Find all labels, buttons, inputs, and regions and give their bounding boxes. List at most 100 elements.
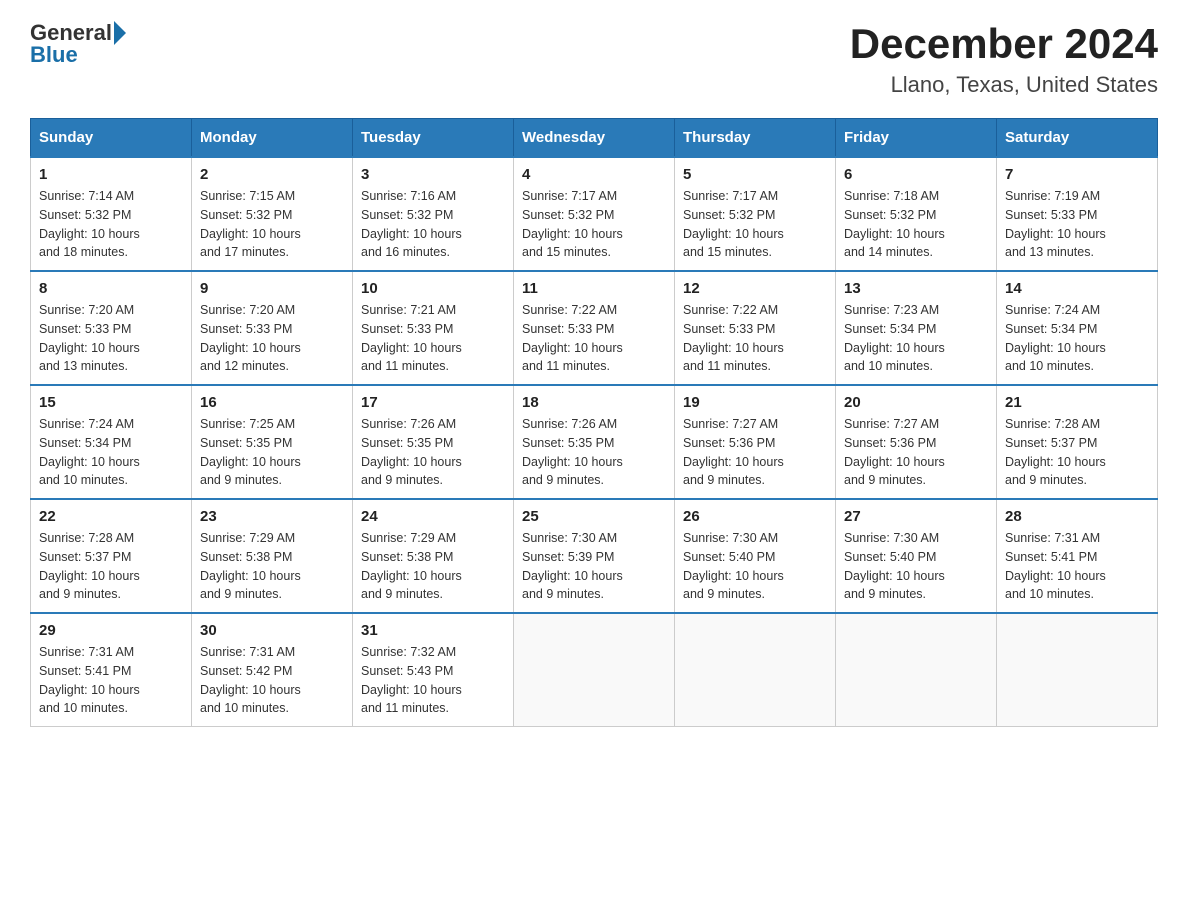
day-info: Sunrise: 7:18 AMSunset: 5:32 PMDaylight:… [844,187,988,262]
calendar-week-row: 15 Sunrise: 7:24 AMSunset: 5:34 PMDayligh… [31,385,1158,499]
calendar-header-friday: Friday [836,119,997,158]
day-number: 7 [1005,166,1149,183]
calendar-day-4: 4 Sunrise: 7:17 AMSunset: 5:32 PMDaylight… [514,157,675,271]
day-number: 21 [1005,394,1149,411]
calendar-header-sunday: Sunday [31,119,192,158]
calendar-day-7: 7 Sunrise: 7:19 AMSunset: 5:33 PMDaylight… [997,157,1158,271]
day-number: 1 [39,166,183,183]
day-info: Sunrise: 7:32 AMSunset: 5:43 PMDaylight:… [361,643,505,718]
calendar-day-25: 25 Sunrise: 7:30 AMSunset: 5:39 PMDayligh… [514,499,675,613]
day-info: Sunrise: 7:30 AMSunset: 5:40 PMDaylight:… [683,529,827,604]
day-number: 6 [844,166,988,183]
day-info: Sunrise: 7:24 AMSunset: 5:34 PMDaylight:… [1005,301,1149,376]
day-number: 2 [200,166,344,183]
day-number: 17 [361,394,505,411]
day-info: Sunrise: 7:27 AMSunset: 5:36 PMDaylight:… [683,415,827,490]
calendar-header-saturday: Saturday [997,119,1158,158]
calendar-day-empty [514,613,675,727]
day-info: Sunrise: 7:16 AMSunset: 5:32 PMDaylight:… [361,187,505,262]
day-info: Sunrise: 7:24 AMSunset: 5:34 PMDaylight:… [39,415,183,490]
calendar-day-19: 19Sunrise: 7:27 AMSunset: 5:36 PMDayligh… [675,385,836,499]
calendar-week-row: 22Sunrise: 7:28 AMSunset: 5:37 PMDayligh… [31,499,1158,613]
day-info: Sunrise: 7:31 AMSunset: 5:42 PMDaylight:… [200,643,344,718]
day-number: 23 [200,508,344,525]
day-info: Sunrise: 7:29 AMSunset: 5:38 PMDaylight:… [200,529,344,604]
day-number: 8 [39,280,183,297]
calendar-day-15: 15 Sunrise: 7:24 AMSunset: 5:34 PMDayligh… [31,385,192,499]
day-number: 29 [39,622,183,639]
day-info: Sunrise: 7:20 AMSunset: 5:33 PMDaylight:… [39,301,183,376]
calendar-header-monday: Monday [192,119,353,158]
day-info: Sunrise: 7:26 AMSunset: 5:35 PMDaylight:… [361,415,505,490]
day-number: 3 [361,166,505,183]
day-number: 31 [361,622,505,639]
calendar-day-14: 14 Sunrise: 7:24 AMSunset: 5:34 PMDayligh… [997,271,1158,385]
day-number: 27 [844,508,988,525]
day-number: 16 [200,394,344,411]
calendar-day-21: 21 Sunrise: 7:28 AMSunset: 5:37 PMDayligh… [997,385,1158,499]
day-info: Sunrise: 7:30 AMSunset: 5:39 PMDaylight:… [522,529,666,604]
calendar-day-23: 23 Sunrise: 7:29 AMSunset: 5:38 PMDayligh… [192,499,353,613]
calendar-day-12: 12 Sunrise: 7:22 AMSunset: 5:33 PMDayligh… [675,271,836,385]
day-number: 28 [1005,508,1149,525]
day-number: 20 [844,394,988,411]
day-number: 26 [683,508,827,525]
day-info: Sunrise: 7:22 AMSunset: 5:33 PMDaylight:… [522,301,666,376]
calendar-day-24: 24 Sunrise: 7:29 AMSunset: 5:38 PMDayligh… [353,499,514,613]
day-info: Sunrise: 7:29 AMSunset: 5:38 PMDaylight:… [361,529,505,604]
calendar-day-27: 27 Sunrise: 7:30 AMSunset: 5:40 PMDayligh… [836,499,997,613]
calendar-day-31: 31 Sunrise: 7:32 AMSunset: 5:43 PMDayligh… [353,613,514,727]
calendar-week-row: 29 Sunrise: 7:31 AMSunset: 5:41 PMDayligh… [31,613,1158,727]
calendar-day-20: 20Sunrise: 7:27 AMSunset: 5:36 PMDayligh… [836,385,997,499]
calendar-day-11: 11 Sunrise: 7:22 AMSunset: 5:33 PMDayligh… [514,271,675,385]
day-info: Sunrise: 7:17 AMSunset: 5:32 PMDaylight:… [683,187,827,262]
day-info: Sunrise: 7:30 AMSunset: 5:40 PMDaylight:… [844,529,988,604]
calendar-day-1: 1 Sunrise: 7:14 AMSunset: 5:32 PMDaylight… [31,157,192,271]
calendar-day-empty [675,613,836,727]
day-number: 15 [39,394,183,411]
day-number: 5 [683,166,827,183]
day-number: 4 [522,166,666,183]
day-info: Sunrise: 7:28 AMSunset: 5:37 PMDaylight:… [1005,415,1149,490]
logo-arrow-icon [114,21,126,45]
calendar-header-tuesday: Tuesday [353,119,514,158]
day-number: 30 [200,622,344,639]
day-info: Sunrise: 7:31 AMSunset: 5:41 PMDaylight:… [39,643,183,718]
day-info: Sunrise: 7:22 AMSunset: 5:33 PMDaylight:… [683,301,827,376]
day-number: 11 [522,280,666,297]
day-number: 9 [200,280,344,297]
calendar-header-wednesday: Wednesday [514,119,675,158]
calendar-day-22: 22Sunrise: 7:28 AMSunset: 5:37 PMDayligh… [31,499,192,613]
calendar-day-8: 8 Sunrise: 7:20 AMSunset: 5:33 PMDaylight… [31,271,192,385]
calendar-day-9: 9 Sunrise: 7:20 AMSunset: 5:33 PMDaylight… [192,271,353,385]
day-info: Sunrise: 7:15 AMSunset: 5:32 PMDaylight:… [200,187,344,262]
day-info: Sunrise: 7:21 AMSunset: 5:33 PMDaylight:… [361,301,505,376]
day-number: 22 [39,508,183,525]
calendar-week-row: 8 Sunrise: 7:20 AMSunset: 5:33 PMDaylight… [31,271,1158,385]
day-info: Sunrise: 7:17 AMSunset: 5:32 PMDaylight:… [522,187,666,262]
title-block: December 2024 Llano, Texas, United State… [850,20,1158,98]
day-number: 12 [683,280,827,297]
day-info: Sunrise: 7:20 AMSunset: 5:33 PMDaylight:… [200,301,344,376]
calendar-day-6: 6 Sunrise: 7:18 AMSunset: 5:32 PMDaylight… [836,157,997,271]
calendar-day-3: 3 Sunrise: 7:16 AMSunset: 5:32 PMDaylight… [353,157,514,271]
calendar-day-16: 16 Sunrise: 7:25 AMSunset: 5:35 PMDayligh… [192,385,353,499]
calendar-day-5: 5 Sunrise: 7:17 AMSunset: 5:32 PMDaylight… [675,157,836,271]
day-info: Sunrise: 7:23 AMSunset: 5:34 PMDaylight:… [844,301,988,376]
day-info: Sunrise: 7:31 AMSunset: 5:41 PMDaylight:… [1005,529,1149,604]
day-info: Sunrise: 7:25 AMSunset: 5:35 PMDaylight:… [200,415,344,490]
day-number: 14 [1005,280,1149,297]
day-info: Sunrise: 7:19 AMSunset: 5:33 PMDaylight:… [1005,187,1149,262]
day-number: 10 [361,280,505,297]
day-number: 24 [361,508,505,525]
calendar-day-29: 29 Sunrise: 7:31 AMSunset: 5:41 PMDayligh… [31,613,192,727]
day-number: 18 [522,394,666,411]
calendar-day-2: 2 Sunrise: 7:15 AMSunset: 5:32 PMDaylight… [192,157,353,271]
calendar-table: SundayMondayTuesdayWednesdayThursdayFrid… [30,118,1158,727]
calendar-day-18: 18 Sunrise: 7:26 AMSunset: 5:35 PMDayligh… [514,385,675,499]
calendar-day-empty [997,613,1158,727]
page-header: General Blue December 2024 Llano, Texas,… [30,20,1158,98]
day-info: Sunrise: 7:26 AMSunset: 5:35 PMDaylight:… [522,415,666,490]
day-number: 25 [522,508,666,525]
day-info: Sunrise: 7:14 AMSunset: 5:32 PMDaylight:… [39,187,183,262]
